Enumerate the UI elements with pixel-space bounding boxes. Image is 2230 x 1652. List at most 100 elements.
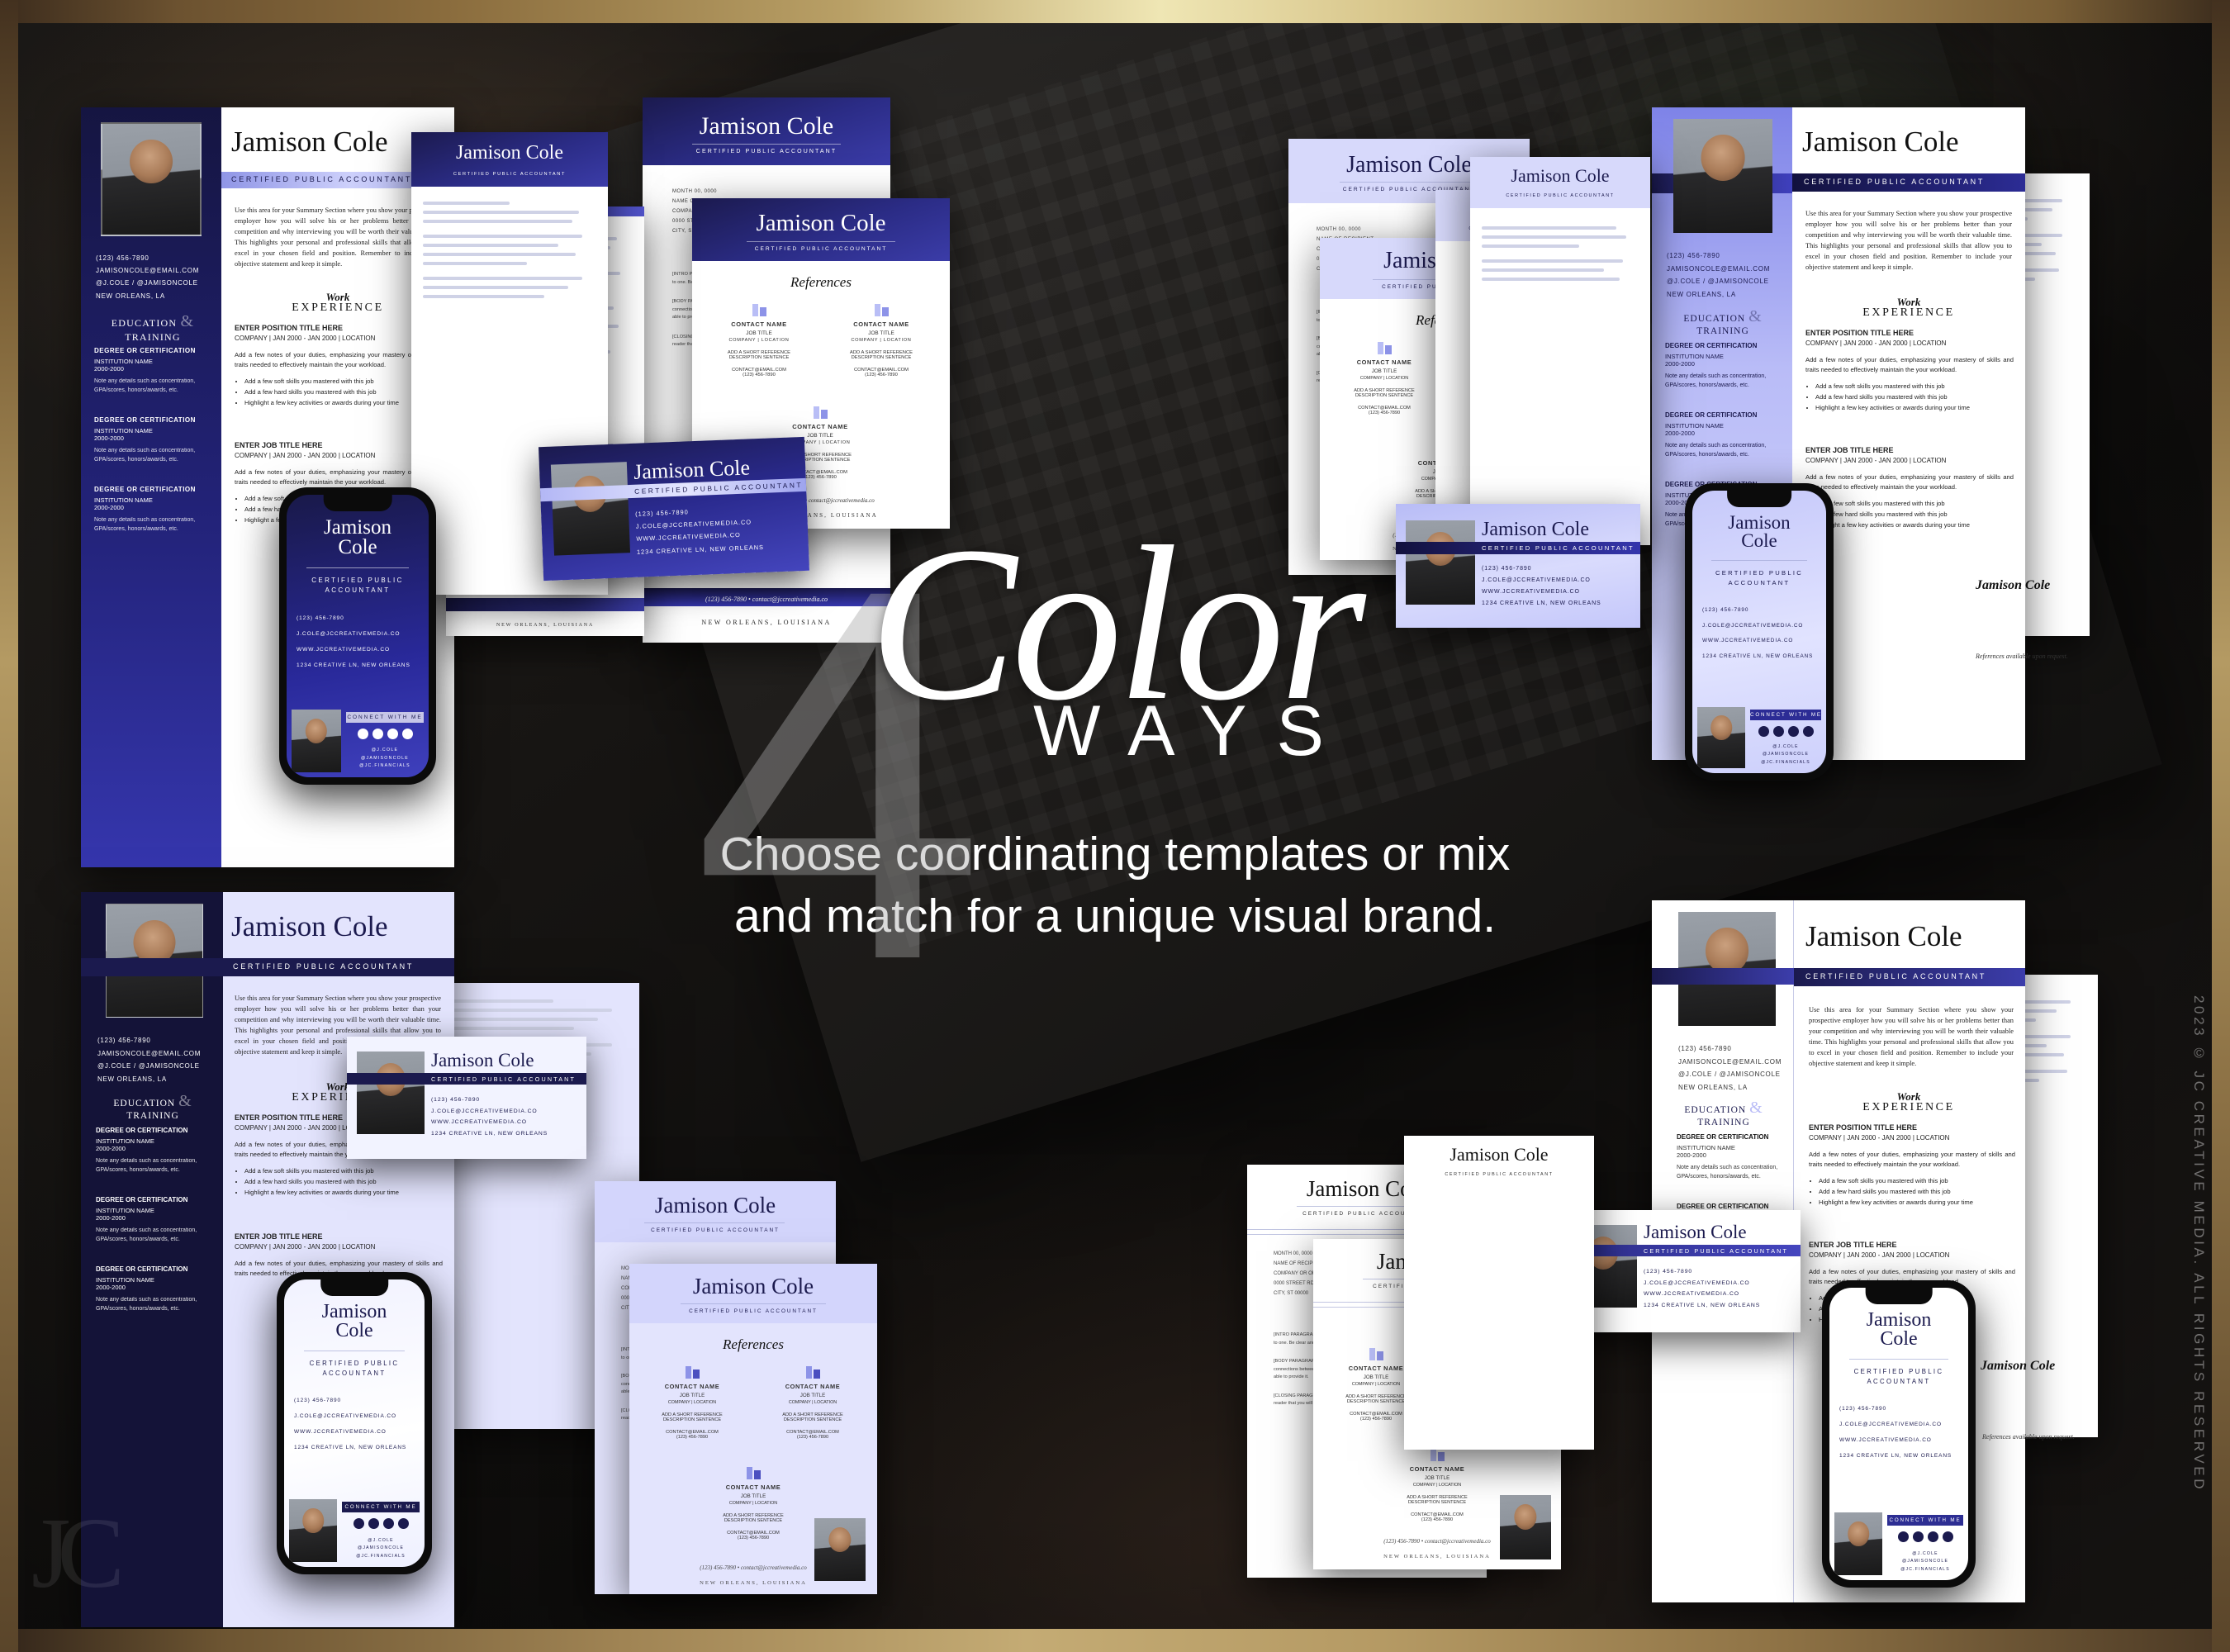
letter-name: Jamison Cole bbox=[699, 112, 834, 140]
card-job-title: CERTIFIED PUBLIC ACCOUNTANT bbox=[431, 1075, 576, 1083]
duty-bullet: Highlight a few key activities or awards… bbox=[1815, 520, 2014, 531]
phone-mockup-navy[interactable]: Jamison Cole CERTIFIED PUBLIC ACCOUNTANT… bbox=[279, 487, 436, 785]
duties-text: Add a few notes of your duties, emphasiz… bbox=[1809, 1151, 2015, 1169]
company-line: COMPANY | JAN 2000 - JAN 2000 | LOCATION bbox=[235, 1243, 376, 1251]
social-icon-row[interactable] bbox=[342, 1518, 420, 1529]
duties-text: Add a few notes of your duties, emphasiz… bbox=[1805, 356, 2014, 374]
business-card-navy[interactable]: Jamison Cole CERTIFIED PUBLIC ACCOUNTANT… bbox=[539, 436, 809, 582]
education-ampersand: & bbox=[178, 1092, 192, 1110]
contact-location: NEW ORLEANS, LA bbox=[96, 292, 165, 300]
degree-institution: INSTITUTION NAME bbox=[94, 427, 153, 434]
reference-company-location: COMPANY | LOCATION bbox=[728, 1501, 778, 1506]
phone-mockup-white[interactable]: Jamison Cole CERTIFIED PUBLIC ACCOUNTANT… bbox=[1822, 1280, 1976, 1588]
instagram-icon[interactable] bbox=[372, 729, 383, 739]
business-card-white[interactable]: Jamison Cole CERTIFIED PUBLIC ACCOUNTANT… bbox=[1559, 1210, 1801, 1332]
threads-icon[interactable] bbox=[397, 1518, 409, 1529]
references-name: Jamison Cole bbox=[756, 210, 886, 236]
business-card-lavender[interactable]: Jamison Cole CERTIFIED PUBLIC ACCOUNTANT… bbox=[1396, 504, 1640, 628]
job-title: ENTER JOB TITLE HERE bbox=[1805, 446, 1894, 454]
phone-name-line2: Cole bbox=[1741, 530, 1777, 551]
facebook-icon[interactable] bbox=[353, 1518, 364, 1529]
business-card-darknavy[interactable]: Jamison Cole CERTIFIED PUBLIC ACCOUNTANT… bbox=[347, 1037, 586, 1159]
reference-contact-name: CONTACT NAME bbox=[1356, 358, 1412, 366]
building-icon bbox=[874, 304, 889, 316]
reference-desc-2: DESCRIPTION SENTENCE bbox=[662, 1417, 722, 1422]
linkedin-icon[interactable] bbox=[1927, 1531, 1938, 1542]
facebook-icon[interactable] bbox=[1897, 1531, 1909, 1542]
threads-icon[interactable] bbox=[1802, 726, 1814, 737]
headshot-photo bbox=[1673, 119, 1772, 233]
resume-summary: Use this area for your Summary Section w… bbox=[1805, 210, 2012, 272]
references-available-note: References available upon request. bbox=[1982, 1433, 2075, 1441]
letter-footer-location: NEW ORLEANS, LOUISIANA bbox=[701, 619, 832, 626]
phone-contact-website: WWW.JCCREATIVEMEDIA.CO bbox=[1839, 1436, 1932, 1443]
white-sheet-behind[interactable]: Jamison Cole CERTIFIED PUBLIC ACCOUNTANT bbox=[1404, 1136, 1594, 1450]
building-icon bbox=[805, 1366, 820, 1379]
company-line: COMPANY | JAN 2000 - JAN 2000 | LOCATION bbox=[1809, 1134, 1950, 1142]
degree-years: 2000-2000 bbox=[96, 1145, 126, 1152]
reference-company-location: COMPANY | LOCATION bbox=[1412, 1483, 1462, 1488]
reference-contact-name: CONTACT NAME bbox=[725, 1483, 781, 1491]
phone-handle: @J.COLE bbox=[1912, 1550, 1938, 1556]
gold-border-right bbox=[2212, 0, 2230, 1652]
phone-mockup-lavender[interactable]: Jamison Cole CERTIFIED PUBLIC ACCOUNTANT… bbox=[1685, 483, 1834, 781]
headshot-photo bbox=[357, 1051, 425, 1134]
degree-note: Note any details such as concentration, … bbox=[1677, 1165, 1778, 1180]
social-icon-row[interactable] bbox=[1887, 1531, 1963, 1542]
contact-email: JAMISONCOLE@EMAIL.COM bbox=[97, 1049, 202, 1057]
instagram-icon[interactable] bbox=[1912, 1531, 1924, 1542]
degree-title: DEGREE OR CERTIFICATION bbox=[1665, 342, 1758, 349]
card-name: Jamison Cole bbox=[431, 1050, 534, 1070]
resume-summary: Use this area for your Summary Section w… bbox=[1809, 1006, 2014, 1068]
phone-contact-address: 1234 CREATIVE LN, NEW ORLEANS bbox=[297, 662, 410, 669]
education-ampersand: & bbox=[1749, 1099, 1763, 1117]
linkedin-icon[interactable] bbox=[382, 1518, 394, 1529]
education-ampersand: & bbox=[1748, 307, 1763, 325]
contact-phone: (123) 456-7890 bbox=[1678, 1045, 1732, 1052]
degree-years: 2000-2000 bbox=[94, 365, 124, 373]
phone-title-line1: CERTIFIED PUBLIC bbox=[309, 1360, 400, 1367]
reference-phone: (123) 456-7890 bbox=[1368, 411, 1401, 415]
reference-contact-name: CONTACT NAME bbox=[792, 423, 848, 430]
headshot-photo bbox=[101, 122, 202, 236]
references-heading: References bbox=[790, 274, 852, 290]
resume-summary: Use this area for your Summary Section w… bbox=[235, 206, 441, 268]
sheet-name: Jamison Cole bbox=[1450, 1144, 1549, 1165]
social-icon-row[interactable] bbox=[1750, 726, 1821, 737]
social-icon-row[interactable] bbox=[346, 729, 424, 739]
lavender-sheet-behind-b[interactable]: Jamison Cole CERTIFIED PUBLIC ACCOUNTANT bbox=[1470, 157, 1650, 545]
references-lavender-bottom[interactable]: Jamison Cole CERTIFIED PUBLIC ACCOUNTANT… bbox=[629, 1264, 877, 1594]
threads-icon[interactable] bbox=[1942, 1531, 1953, 1542]
work-heading: EXPERIENCE bbox=[1862, 1101, 1955, 1113]
building-icon bbox=[685, 1366, 700, 1379]
phone-mockup-lavender-bottom[interactable]: Jamison Cole CERTIFIED PUBLIC ACCOUNTANT… bbox=[277, 1272, 432, 1574]
card-phone: (123) 456-7890 bbox=[431, 1097, 481, 1103]
facebook-icon[interactable] bbox=[357, 729, 368, 739]
reference-job-title: JOB TITLE bbox=[746, 330, 772, 336]
linkedin-icon[interactable] bbox=[1787, 726, 1799, 737]
building-icon bbox=[752, 304, 766, 316]
instagram-icon[interactable] bbox=[368, 1518, 379, 1529]
linkedin-icon[interactable] bbox=[387, 729, 398, 739]
letter-job-title: CERTIFIED PUBLIC ACCOUNTANT bbox=[695, 149, 837, 154]
instagram-icon[interactable] bbox=[1772, 726, 1784, 737]
duty-bullet: Highlight a few key activities or awards… bbox=[244, 1188, 443, 1199]
reference-job-title: JOB TITLE bbox=[679, 1393, 705, 1398]
reference-contact-name: CONTACT NAME bbox=[1409, 1465, 1465, 1473]
phone-handle: @JAMISONCOLE bbox=[357, 1545, 405, 1551]
job-title: ENTER JOB TITLE HERE bbox=[1809, 1241, 1897, 1249]
duty-bullet: Add a few soft skills you mastered with … bbox=[1819, 1176, 2015, 1187]
phone-handle: @J.COLE bbox=[371, 748, 399, 753]
facebook-icon[interactable] bbox=[1758, 726, 1769, 737]
reference-job-title: JOB TITLE bbox=[1424, 1475, 1450, 1481]
threads-icon[interactable] bbox=[401, 729, 413, 739]
contact-email: JAMISONCOLE@EMAIL.COM bbox=[96, 267, 200, 275]
reference-contact-name: CONTACT NAME bbox=[664, 1383, 720, 1390]
card-name: Jamison Cole bbox=[1644, 1222, 1747, 1242]
reference-phone: (123) 456-7890 bbox=[796, 1435, 829, 1440]
degree-note: Note any details such as concentration, … bbox=[96, 1158, 197, 1173]
contact-email: JAMISONCOLE@EMAIL.COM bbox=[1678, 1057, 1782, 1066]
degree-note: Note any details such as concentration, … bbox=[96, 1297, 197, 1312]
headshot-photo bbox=[550, 462, 630, 556]
phone-title-line2: ACCOUNTANT bbox=[1867, 1378, 1931, 1385]
